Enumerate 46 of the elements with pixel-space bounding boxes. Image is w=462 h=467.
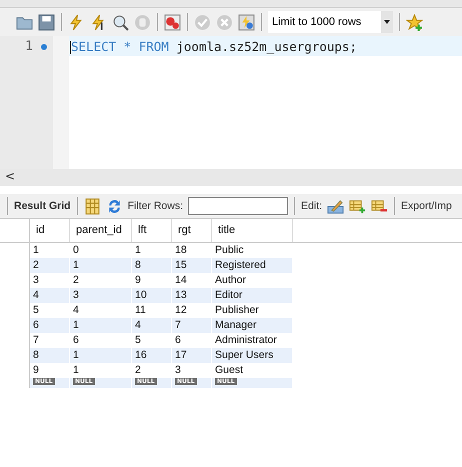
horizontal-scrollbar[interactable]: < — [0, 169, 462, 186]
column-header[interactable]: title — [212, 219, 293, 242]
column-header[interactable]: lft — [132, 219, 172, 242]
table-cell: Editor — [212, 288, 293, 303]
table-cell: 16 — [132, 348, 172, 363]
error-toggle-icon[interactable] — [164, 14, 181, 30]
table-cell: 8 — [132, 258, 172, 273]
table-cell: 1 — [70, 348, 132, 363]
table-cell: 13 — [172, 288, 212, 303]
column-header[interactable]: id — [30, 219, 70, 242]
filter-field[interactable] — [188, 197, 288, 215]
column-header[interactable]: parent_id — [70, 219, 132, 242]
table-cell: 6 — [30, 318, 70, 333]
export-import-label[interactable]: Export/Imp — [401, 200, 452, 212]
table-cell: Super Users — [212, 348, 293, 363]
edit-label: Edit: — [301, 200, 322, 212]
table-cell: 17 — [172, 348, 212, 363]
table-cell: 1 — [70, 258, 132, 273]
scroll-left-arrow[interactable]: < — [5, 169, 16, 183]
table-cell: 15 — [172, 258, 212, 273]
table-cell: 2 — [30, 258, 70, 273]
table-cell: 4 — [132, 318, 172, 333]
save-icon[interactable] — [38, 14, 55, 30]
result-grid-tab[interactable]: Result Grid — [14, 200, 71, 212]
add-row-icon[interactable] — [349, 198, 366, 214]
table-cell: Manager — [212, 318, 293, 333]
pencil-icon[interactable] — [327, 198, 344, 214]
statement-dot-icon — [41, 44, 47, 50]
table-cell: 8 — [30, 348, 70, 363]
table-cell: 3 — [70, 288, 132, 303]
star-plus-icon[interactable] — [406, 14, 423, 30]
autocommit-icon[interactable] — [238, 14, 255, 30]
check-icon[interactable] — [194, 14, 211, 30]
table-cell: Registered — [212, 258, 293, 273]
magnifier-icon[interactable] — [112, 14, 129, 30]
caret-icon — [381, 11, 393, 33]
filter-label: Filter Rows: — [128, 200, 184, 212]
table-cell: 10 — [132, 288, 172, 303]
delete-row-icon[interactable] — [371, 198, 388, 214]
limit-dropdown[interactable]: Limit to 1000 rows — [268, 11, 393, 33]
line-number: 1 — [25, 39, 33, 54]
table-cell: 7 — [172, 318, 212, 333]
table-cell: 1 — [70, 318, 132, 333]
table-cell: 4 — [30, 288, 70, 303]
column-header[interactable]: rgt — [172, 219, 212, 242]
columns-icon[interactable] — [84, 198, 101, 214]
